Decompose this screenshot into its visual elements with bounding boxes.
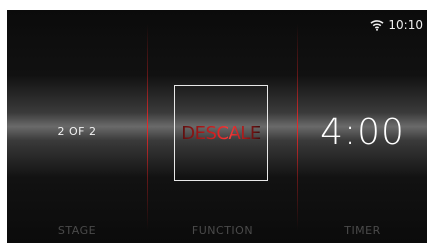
clock-time: 10:10 [388,18,423,32]
timer-label: TIMER [344,224,381,237]
display-screen: 10:10 2 OF 2 DESCALE 4:00 STAGE FUNCTION… [7,10,427,243]
status-bar: 10:10 [370,18,423,32]
wifi-icon [370,20,384,31]
function-label: FUNCTION [191,224,254,237]
column-divider-left [147,24,148,230]
timer-value: 4:00 [320,112,405,153]
stage-label: STAGE [57,224,97,237]
function-select-box[interactable]: DESCALE [174,85,268,181]
function-value: DESCALE [181,122,261,144]
stage-value: 2 OF 2 [57,125,97,138]
